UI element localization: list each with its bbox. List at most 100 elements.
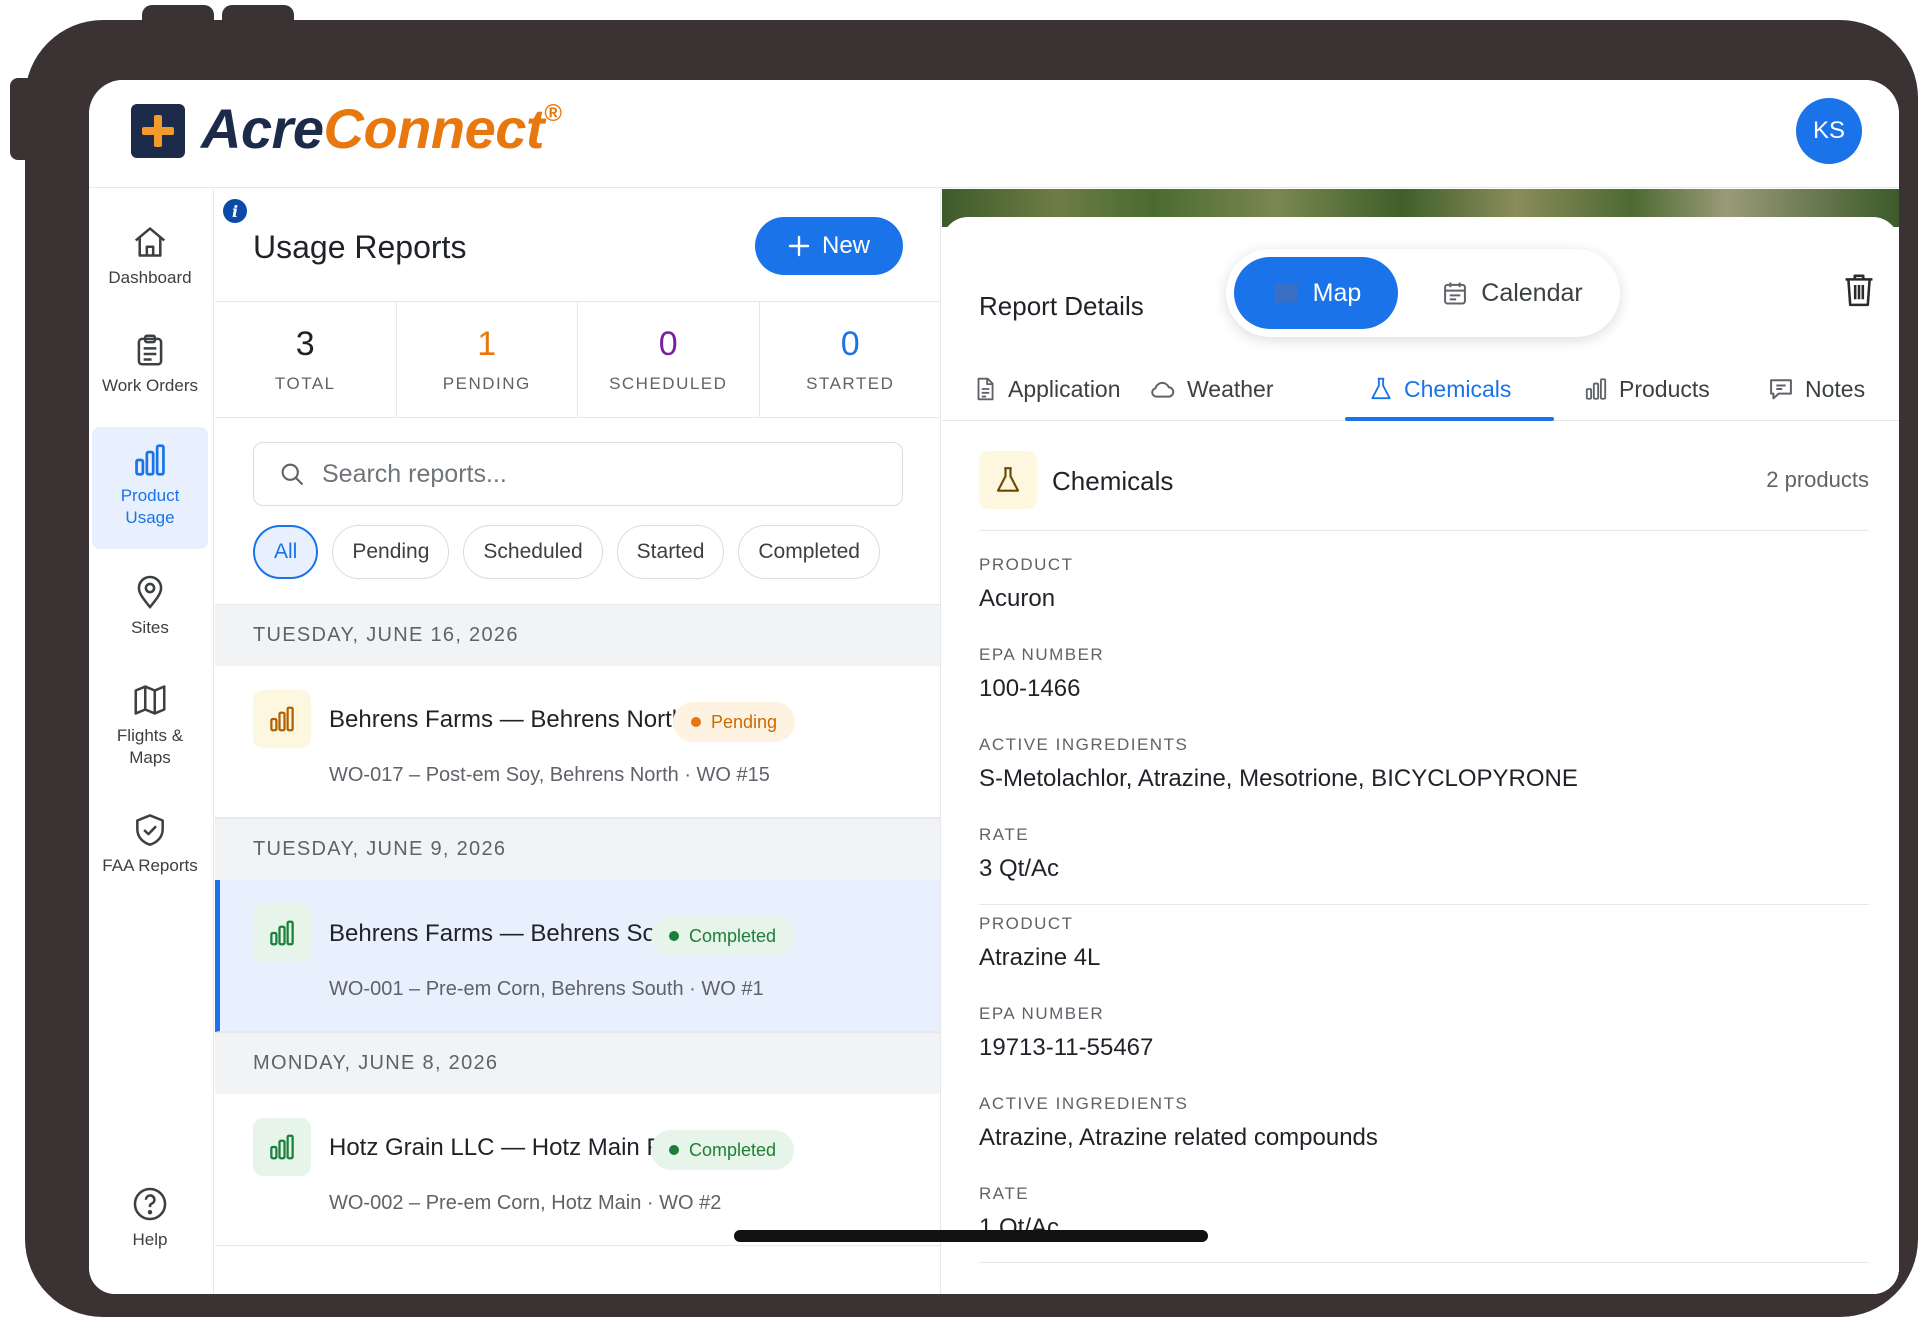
delete-button[interactable] <box>1842 271 1876 314</box>
sidebar-item-label: Help <box>132 1230 168 1249</box>
sidebar-item-label: Flights & Maps <box>116 726 184 767</box>
status-label: Completed <box>689 925 777 946</box>
status-label: Completed <box>689 1139 777 1160</box>
stat-value: 0 <box>658 325 678 363</box>
product-field: PRODUCT Atrazine 4L <box>979 914 1100 972</box>
user-avatar[interactable]: KS <box>1796 98 1862 164</box>
cloud-icon <box>1151 381 1175 398</box>
map-view-button[interactable]: Map <box>1234 257 1398 329</box>
tablet-frame: AcreConnect® KS Dashboard Work Orders Pr… <box>25 20 1918 1317</box>
field-value: Atrazine 4L <box>979 944 1101 971</box>
tab-notes[interactable]: Notes <box>1767 357 1865 421</box>
document-icon <box>977 377 994 401</box>
stat-label: SCHEDULED <box>609 374 728 393</box>
stat-pending[interactable]: 1 PENDING <box>397 302 578 417</box>
status-badge: Completed <box>651 1130 795 1170</box>
new-button-label: New <box>821 232 870 259</box>
stat-value: 0 <box>840 325 860 363</box>
sidebar-item-product-usage[interactable]: Product Usage <box>92 427 208 549</box>
app-screen: AcreConnect® KS Dashboard Work Orders Pr… <box>89 80 1899 1294</box>
field-value: 3 Qt/Ac <box>979 855 1060 882</box>
report-row[interactable]: Behrens Farms — Behrens South ... Comple… <box>215 880 940 1032</box>
filter-started[interactable]: Started <box>616 525 725 579</box>
report-details-pane: Report Details Map Calendar Application … <box>942 189 1899 1294</box>
info-icon[interactable]: i <box>223 199 247 223</box>
sidebar-item-flights-maps[interactable]: Flights & Maps <box>92 681 208 787</box>
epa-number-field: EPA NUMBER 100-1466 <box>979 645 1104 703</box>
bar-chart-icon <box>135 444 165 476</box>
sidebar-item-help[interactable]: Help <box>92 1185 208 1269</box>
sidebar-item-label: Work Orders <box>101 376 199 395</box>
sidebar-item-sites[interactable]: Sites <box>92 573 208 657</box>
status-dot <box>691 717 701 727</box>
stat-scheduled[interactable]: 0 SCHEDULED <box>578 302 760 417</box>
report-icon <box>253 690 311 748</box>
active-ingredients-field: ACTIVE INGREDIENTS Atrazine, Atrazine re… <box>979 1094 1378 1152</box>
search-placeholder: Search reports... <box>322 459 507 488</box>
filter-scheduled[interactable]: Scheduled <box>463 525 603 579</box>
tab-label: Products <box>1619 375 1710 402</box>
filter-all[interactable]: All <box>253 525 319 579</box>
tab-products[interactable]: Products <box>1583 357 1710 421</box>
field-value: S-Metolachlor, Atrazine, Mesotrione, BIC… <box>979 765 1578 792</box>
calendar-view-button[interactable]: Calendar <box>1422 257 1602 329</box>
rate-field: RATE 3 Qt/Ac <box>979 825 1059 883</box>
sidebar-item-faa-reports[interactable]: FAA Reports <box>92 811 208 895</box>
field-label: PRODUCT <box>979 555 1074 574</box>
map-icon <box>134 685 166 715</box>
help-icon <box>133 1187 167 1221</box>
tab-label: Weather <box>1187 375 1274 402</box>
tab-label: Notes <box>1805 375 1866 402</box>
home-indicator[interactable] <box>734 1230 1208 1242</box>
stat-value: 3 <box>295 325 315 363</box>
tab-weather[interactable]: Weather <box>1147 357 1274 421</box>
field-label: EPA NUMBER <box>979 1004 1105 1023</box>
tab-application[interactable]: Application <box>972 357 1121 421</box>
stats-bar: 3 TOTAL 1 PENDING 0 SCHEDULED 0 STARTED <box>215 301 941 418</box>
sidebar-nav: Dashboard Work Orders Product Usage Site… <box>89 189 214 1294</box>
stat-total[interactable]: 3 TOTAL <box>215 302 397 417</box>
tab-label: Application <box>1008 375 1121 402</box>
active-ingredients-field: ACTIVE INGREDIENTS S-Metolachlor, Atrazi… <box>979 735 1578 793</box>
calendar-view-label: Calendar <box>1481 278 1583 307</box>
bar-chart-icon <box>270 920 294 946</box>
filter-pending[interactable]: Pending <box>332 525 450 579</box>
sidebar-item-label: Sites <box>131 618 169 637</box>
product-field: PRODUCT Acuron <box>979 555 1074 613</box>
field-label: PRODUCT <box>979 914 1074 933</box>
usage-reports-pane: i Usage Reports New 3 TOTAL 1 PENDING 0 … <box>215 189 941 1294</box>
sidebar-item-label: Product Usage <box>120 486 180 527</box>
stat-label: PENDING <box>442 374 531 393</box>
field-label: RATE <box>979 825 1030 844</box>
stat-started[interactable]: 0 STARTED <box>760 302 941 417</box>
filter-completed[interactable]: Completed <box>738 525 880 579</box>
trash-icon <box>1845 274 1873 307</box>
status-label: Pending <box>711 711 778 732</box>
tab-chemicals[interactable]: Chemicals <box>1368 357 1511 421</box>
map-view-label: Map <box>1312 278 1362 307</box>
field-label: EPA NUMBER <box>979 645 1105 664</box>
report-row[interactable]: Behrens Farms — Behrens North Field Pend… <box>215 666 940 818</box>
active-tab-indicator <box>1345 417 1554 421</box>
clipboard-icon <box>137 334 163 366</box>
bar-chart-icon <box>270 1134 294 1160</box>
shield-check-icon <box>136 814 164 846</box>
field-label: RATE <box>979 1184 1030 1203</box>
plus-icon <box>788 235 810 257</box>
report-row[interactable]: Hotz Grain LLC — Hotz Main Field Complet… <box>215 1094 940 1246</box>
sidebar-item-label: FAA Reports <box>102 856 198 875</box>
registered-mark: ® <box>544 100 562 127</box>
field-value: 100-1466 <box>979 675 1081 702</box>
chemicals-section-header: Chemicals 2 products <box>979 451 1869 531</box>
new-report-button[interactable]: New <box>755 217 903 275</box>
search-input[interactable]: Search reports... <box>253 442 903 506</box>
section-title: Chemicals <box>1052 466 1174 496</box>
sidebar-item-work-orders[interactable]: Work Orders <box>92 331 208 415</box>
home-icon <box>134 227 166 257</box>
field-value: Atrazine, Atrazine related compounds <box>979 1124 1378 1151</box>
map-icon <box>1274 282 1297 304</box>
sidebar-item-dashboard[interactable]: Dashboard <box>92 223 208 307</box>
report-subtitle: WO-017 – Post-em Soy, Behrens North · WO… <box>329 764 770 786</box>
date-group-header: MONDAY, JUNE 8, 2026 <box>215 1032 940 1094</box>
page-title: Usage Reports <box>253 229 467 265</box>
